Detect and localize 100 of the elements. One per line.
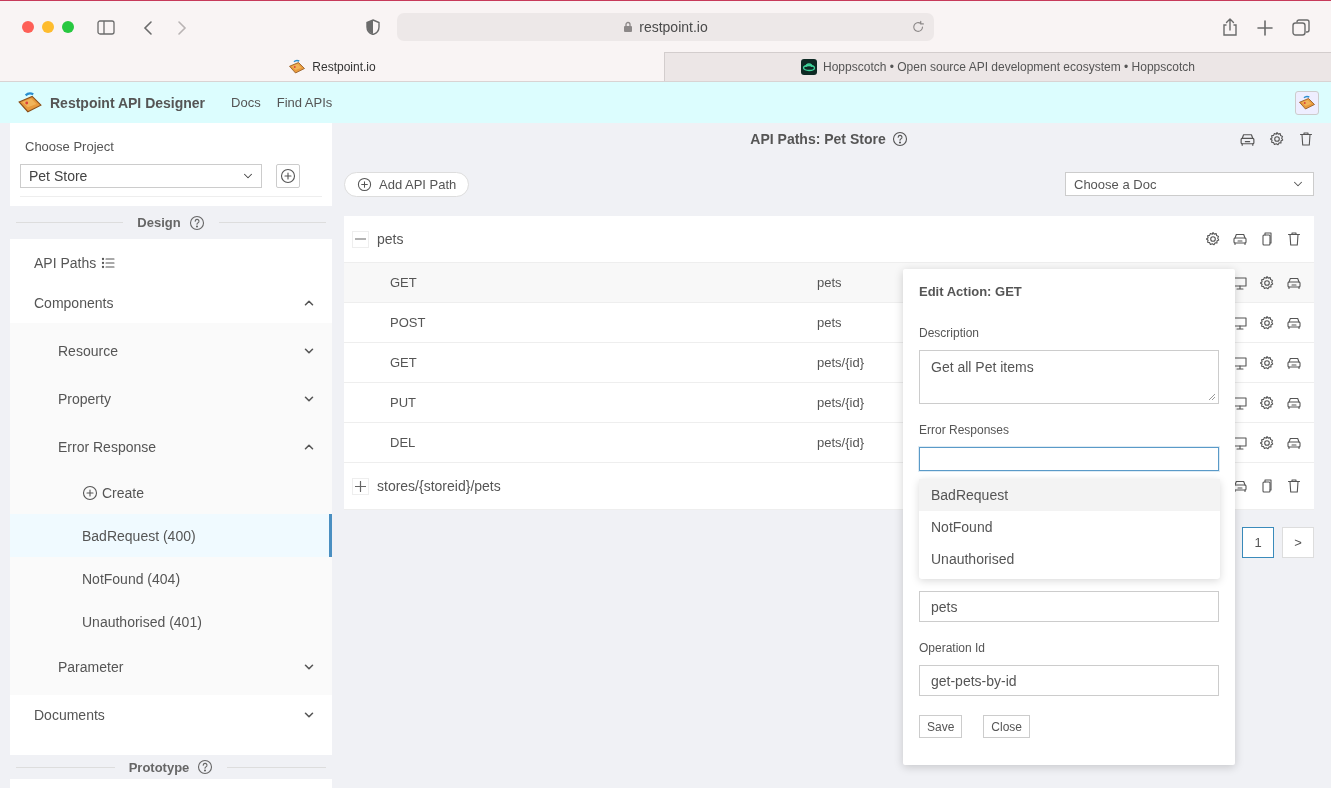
field-label: Description (919, 326, 981, 342)
operation-path: pets/{id} (817, 355, 864, 370)
popover-button[interactable]: Save (919, 715, 963, 738)
monitor-icon[interactable] (1232, 394, 1248, 411)
resize-handle-icon[interactable] (1206, 391, 1216, 401)
nav-link[interactable]: Docs (231, 95, 261, 110)
menu-label: Parameter (58, 659, 124, 675)
monitor-icon[interactable] (1232, 314, 1248, 331)
menu-item[interactable]: Property (10, 375, 332, 423)
share-icon[interactable] (1221, 17, 1239, 37)
copy-icon[interactable] (1259, 231, 1275, 247)
settings-icon[interactable] (1205, 231, 1221, 247)
monitor-icon[interactable] (1232, 434, 1248, 451)
dropdown-option[interactable]: NotFound (919, 511, 1220, 543)
settings-icon[interactable] (1259, 354, 1275, 371)
menu-item[interactable]: Documents (10, 695, 332, 735)
field-value: pets (931, 598, 958, 615)
sidebar-toggle-icon[interactable] (97, 19, 115, 36)
lock-icon (623, 21, 634, 33)
page-button[interactable]: 1 (1242, 527, 1274, 558)
monitor-icon[interactable] (1232, 354, 1248, 371)
close-window-button[interactable] (22, 20, 34, 33)
add-path-button[interactable]: Add API Path (344, 171, 470, 197)
page-title: API Paths: Pet Store (750, 131, 886, 147)
path-name: pets (377, 231, 405, 247)
menu-item[interactable]: NotFound (404) (10, 557, 332, 600)
section-heading: Design (137, 215, 181, 230)
http-method: PUT (390, 395, 416, 410)
nav-link[interactable]: Find APIs (276, 95, 333, 110)
browser-tab[interactable]: Hoppscotch • Open source API development ecosystem • Hoppscotch (664, 52, 1331, 81)
new-tab-icon[interactable] (1257, 20, 1273, 36)
settings-icon[interactable] (1259, 434, 1275, 451)
tab-title: Restpoint.io (312, 59, 376, 74)
page-button[interactable]: > (1282, 527, 1314, 558)
doc-select[interactable]: Choose a Doc (1065, 172, 1314, 196)
menu-label: Property (58, 391, 111, 407)
car-icon[interactable] (1232, 231, 1248, 247)
collapse-toggle[interactable] (352, 230, 369, 248)
car-icon[interactable] (1232, 478, 1248, 494)
menu-label: Error Response (58, 439, 157, 455)
section-heading: Prototype (128, 759, 190, 775)
menu-item[interactable]: BadRequest (400) (10, 514, 332, 557)
project-select[interactable]: Pet Store (20, 164, 262, 188)
menu-item[interactable]: Resource (10, 327, 332, 375)
menu-label: Create (102, 484, 145, 501)
menu-item[interactable]: Unauthorised (401) (10, 600, 332, 643)
menu-item[interactable]: API Paths (10, 243, 332, 283)
input-field[interactable]: pets (919, 591, 1219, 622)
delete-icon[interactable] (1298, 130, 1314, 147)
back-icon[interactable] (142, 20, 154, 36)
avatar-button[interactable] (1295, 90, 1319, 115)
settings-icon[interactable] (1269, 130, 1285, 147)
menu-label: Documents (34, 707, 105, 723)
plus-circle-icon (82, 484, 98, 501)
operation-path: pets (817, 275, 842, 290)
menu-label: API Paths (34, 255, 97, 271)
plus-circle-icon (280, 168, 296, 184)
http-method: POST (390, 315, 426, 330)
address-bar[interactable]: restpoint.io (397, 13, 934, 41)
expand-toggle[interactable] (352, 477, 369, 495)
help-icon[interactable] (891, 131, 908, 147)
dropdown-option[interactable]: BadRequest (919, 479, 1220, 511)
board-icon (288, 57, 307, 76)
select-value: Pet Store (29, 168, 88, 184)
popover-title: Edit Action: GET (919, 284, 1023, 299)
path-name: stores/{storeid}/pets (377, 478, 502, 494)
help-icon[interactable] (188, 214, 205, 231)
copy-icon[interactable] (1259, 478, 1275, 494)
menu-item[interactable]: Parameter (10, 643, 332, 691)
popover-button[interactable]: Close (983, 715, 1031, 738)
error-responses-field[interactable] (919, 447, 1219, 471)
browser-tab[interactable]: Restpoint.io (0, 52, 664, 81)
http-method: GET (390, 355, 417, 370)
dropdown-option[interactable]: Unauthorised (919, 543, 1220, 575)
operation-path: pets/{id} (817, 435, 864, 450)
logo-icon (16, 90, 44, 115)
input-field[interactable]: get-pets-by-id (919, 665, 1219, 696)
menu-item[interactable]: Error Response (10, 423, 332, 471)
settings-icon[interactable] (1259, 274, 1275, 291)
menu-item[interactable]: Create (10, 471, 332, 514)
help-icon[interactable] (197, 759, 214, 775)
field-value: get-pets-by-id (931, 672, 1017, 689)
monitor-icon[interactable] (1232, 274, 1248, 291)
add-project-button[interactable] (276, 164, 300, 188)
shield-icon[interactable] (365, 19, 381, 35)
menu-label: BadRequest (400) (82, 527, 196, 544)
minus-icon (355, 238, 366, 240)
plus-circle-icon (357, 176, 372, 192)
description-field[interactable]: Get all Pet items (919, 350, 1219, 404)
settings-icon[interactable] (1259, 394, 1275, 411)
settings-icon[interactable] (1259, 314, 1275, 331)
operation-path: pets (817, 315, 842, 330)
url-text: restpoint.io (639, 19, 708, 35)
delete-icon[interactable] (1286, 231, 1302, 247)
menu-item[interactable]: Components (10, 283, 332, 323)
field-label: Error Responses (919, 423, 1011, 439)
reload-icon[interactable] (912, 20, 926, 34)
delete-icon[interactable] (1286, 478, 1302, 494)
tab-overview-icon[interactable] (1292, 19, 1310, 37)
plus-icon (355, 480, 366, 492)
